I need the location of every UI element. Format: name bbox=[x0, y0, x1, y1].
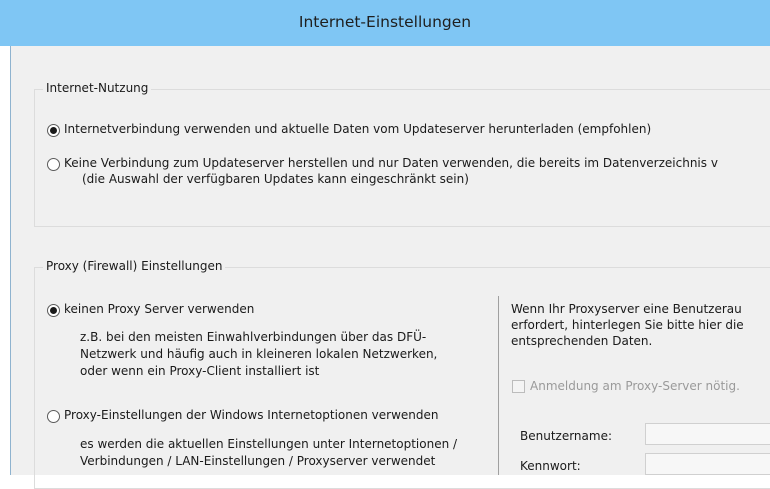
auth-info-line2: erfordert, hinterlegen Sie bitte hier di… bbox=[511, 318, 744, 332]
username-field[interactable] bbox=[645, 423, 770, 445]
proxy-auth-checkbox-label: Anmeldung am Proxy-Server nötig. bbox=[530, 379, 740, 393]
radio-no-proxy-circle[interactable] bbox=[47, 304, 60, 317]
no-proxy-desc-line3: oder wenn ein Proxy-Client installiert i… bbox=[80, 364, 320, 378]
title-bar: Internet-Einstellungen bbox=[0, 0, 770, 46]
password-label: Kennwort: bbox=[520, 459, 581, 473]
radio-offline-circle[interactable] bbox=[47, 158, 60, 171]
no-proxy-desc-line1: z.B. bei den meisten Einwahlverbindungen… bbox=[80, 330, 427, 344]
radio-no-proxy-label: keinen Proxy Server verwenden bbox=[64, 302, 255, 316]
radio-offline-label-line1: Keine Verbindung zum Updateserver herste… bbox=[64, 156, 718, 170]
radio-offline-label-line2: (die Auswahl der verfügbaren Updates kan… bbox=[82, 172, 469, 186]
auth-info-line3: entsprechenden Daten. bbox=[511, 334, 653, 348]
windows-proxy-desc-line2: Verbindungen / LAN-Einstellungen / Proxy… bbox=[80, 454, 436, 468]
radio-use-internet-label: Internetverbindung verwenden und aktuell… bbox=[64, 122, 652, 136]
proxy-legend: Proxy (Firewall) Einstellungen bbox=[43, 259, 226, 273]
windows-proxy-desc-line1: es werden die aktuellen Einstellungen un… bbox=[80, 437, 458, 451]
no-proxy-desc-line2: Netzwerk und häufig auch in kleineren lo… bbox=[80, 347, 438, 361]
auth-info-line1: Wenn Ihr Proxyserver eine Benutzerau bbox=[511, 302, 742, 316]
dialog-body: Internet-Nutzung Internetverbindung verw… bbox=[10, 46, 770, 489]
proxy-column-separator bbox=[498, 296, 499, 475]
radio-windows-proxy-label: Proxy-Einstellungen der Windows Internet… bbox=[64, 408, 439, 422]
radio-use-internet-circle[interactable] bbox=[47, 124, 60, 137]
password-field[interactable] bbox=[645, 453, 770, 475]
proxy-auth-checkbox[interactable] bbox=[512, 380, 525, 393]
radio-windows-proxy-circle[interactable] bbox=[47, 410, 60, 423]
internet-usage-legend: Internet-Nutzung bbox=[43, 81, 152, 95]
username-label: Benutzername: bbox=[520, 429, 613, 443]
window-title: Internet-Einstellungen bbox=[298, 13, 472, 31]
